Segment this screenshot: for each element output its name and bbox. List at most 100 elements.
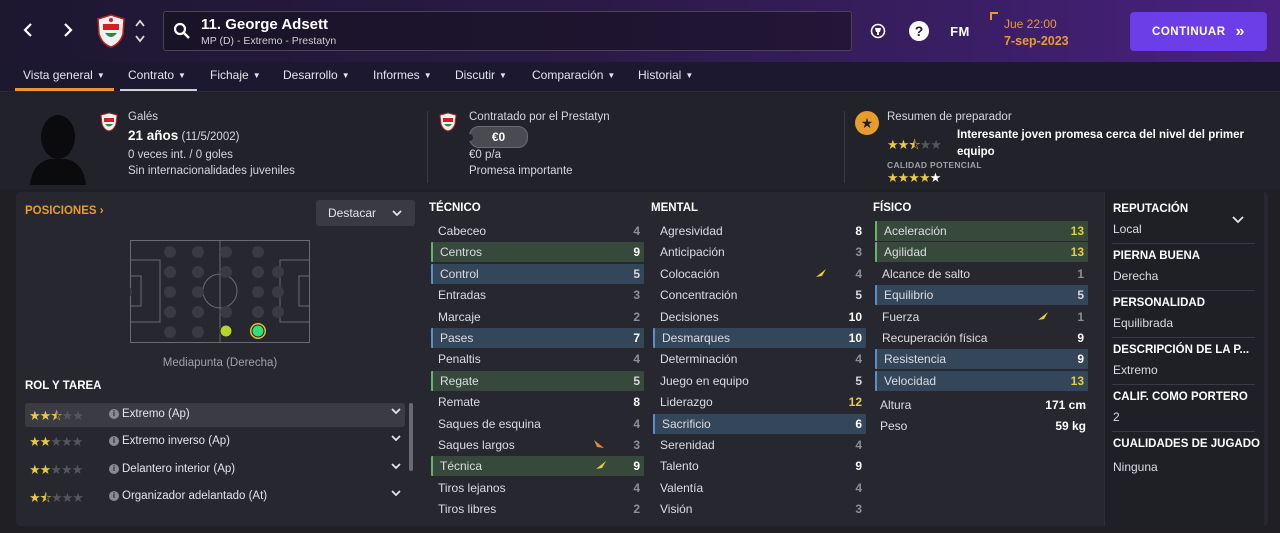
attribute-row[interactable]: Cabeceo 4 <box>431 221 644 241</box>
player-subtitle: MP (D) - Extremo - Prestatyn <box>201 35 337 47</box>
attribute-row[interactable]: Alcance de salto 1 <box>875 264 1088 284</box>
attribute-name: Liderazgo <box>660 395 713 410</box>
player-traits-value: Ninguna <box>1113 460 1158 474</box>
attribute-row[interactable]: Decisiones 10 <box>653 307 866 327</box>
attribute-row[interactable]: Visión 3 <box>653 499 866 519</box>
attribute-row[interactable]: Aceleración 13 <box>875 221 1088 241</box>
attribute-row[interactable]: Serenidad 4 <box>653 435 866 455</box>
player-avatar[interactable] <box>26 111 90 185</box>
info-icon[interactable]: i <box>109 436 119 446</box>
attribute-name: Remate <box>438 395 481 410</box>
position-pitch[interactable] <box>130 240 310 343</box>
attribute-row[interactable]: Marcaje 2 <box>431 307 644 327</box>
attribute-row[interactable]: Recuperación física 9 <box>875 328 1088 348</box>
help-icon[interactable]: ? <box>909 21 929 41</box>
attribute-row[interactable]: Resistencia 9 <box>875 349 1088 370</box>
chevron-down-icon: ▼ <box>499 71 507 80</box>
role-row[interactable]: ★★★★★ i Delantero interior (Ap) <box>25 458 405 482</box>
positions-heading[interactable]: POSICIONES › <box>25 205 104 217</box>
attribute-name: Equilibrio <box>884 288 934 303</box>
game-date: Jue 22:00 7-sep-2023 <box>990 12 1100 52</box>
tab-historial[interactable]: Historial ▼ <box>638 68 693 82</box>
attribute-row[interactable]: Tiros libres 2 <box>431 499 644 519</box>
attribute-name: Recuperación física <box>882 331 988 345</box>
highlight-dropdown[interactable]: Destacar <box>316 200 415 226</box>
attribute-row[interactable]: Sacrificio 6 <box>653 413 866 434</box>
attribute-row[interactable]: Tiros lejanos 4 <box>431 478 644 498</box>
attribute-row[interactable]: Anticipación 3 <box>653 242 866 262</box>
attribute-row[interactable]: Determinación 4 <box>653 349 866 369</box>
info-icon[interactable]: i <box>109 491 119 501</box>
attribute-row[interactable]: Velocidad 13 <box>875 370 1088 391</box>
attribute-name: Decisiones <box>660 309 719 324</box>
tab-comparacion[interactable]: Comparación ▼ <box>532 68 615 82</box>
attribute-name: Juego en equipo <box>660 373 749 388</box>
attribute-row[interactable]: Regate 5 <box>431 370 644 391</box>
preferred-foot-label: PIERNA BUENA <box>1113 250 1201 262</box>
club-crest-icon[interactable] <box>96 14 126 48</box>
attribute-row[interactable]: Valentía 4 <box>653 478 866 498</box>
subtab-indicator <box>120 89 197 91</box>
attribute-row[interactable]: Agresividad 8 <box>653 221 866 241</box>
attribute-row[interactable]: Fuerza 1 <box>875 307 1088 327</box>
tab-fichaje[interactable]: Fichaje ▼ <box>210 68 261 82</box>
wage-pill[interactable]: €0 <box>466 126 528 148</box>
attribute-row[interactable]: Penaltis 4 <box>431 349 644 369</box>
tab-informes[interactable]: Informes ▼ <box>373 68 432 82</box>
goalkeeper-rating-value: 2 <box>1113 410 1120 424</box>
info-icon[interactable]: i <box>109 409 119 419</box>
personality-label: PERSONALIDAD <box>1113 297 1206 309</box>
info-icon[interactable]: i <box>109 464 119 474</box>
tab-desarrollo[interactable]: Desarrollo ▼ <box>283 68 350 82</box>
attribute-name: Desmarques <box>662 331 731 345</box>
trophy-icon[interactable] <box>867 20 889 42</box>
personality-value: Equilibrada <box>1113 316 1174 330</box>
attribute-row[interactable]: Talento 9 <box>653 456 866 476</box>
continue-button[interactable]: CONTINUAR » <box>1130 12 1267 51</box>
attribute-value: 4 <box>633 352 640 367</box>
attribute-row[interactable]: Agilidad 13 <box>875 242 1088 263</box>
role-row[interactable]: ★★★★★ i Extremo inverso (Ap) <box>25 430 405 454</box>
attribute-row[interactable]: Control 5 <box>431 263 644 284</box>
attribute-row[interactable]: Juego en equipo 5 <box>653 371 866 391</box>
attribute-value: 4 <box>633 224 640 238</box>
tab-vista-general[interactable]: Vista general ▼ <box>23 68 105 82</box>
attribute-row[interactable]: Concentración 5 <box>653 285 866 305</box>
attribute-row[interactable]: Colocación 4 <box>653 264 866 284</box>
attribute-row[interactable]: Centros 9 <box>431 242 644 263</box>
attribute-name: Anticipación <box>660 245 725 260</box>
attribute-row[interactable]: Liderazgo 12 <box>653 392 866 412</box>
chevron-down-icon[interactable] <box>1232 213 1244 227</box>
attribute-row[interactable]: Equilibrio 5 <box>875 285 1088 306</box>
youth-caps: Sin internacionalidades juveniles <box>128 165 295 177</box>
chevron-down-icon[interactable] <box>391 407 401 418</box>
attribute-row[interactable]: Saques largos 3 <box>431 435 644 455</box>
fm-logo-icon[interactable]: FM <box>946 20 974 42</box>
role-row[interactable]: ★★⯪★★ i Extremo (Ap) <box>25 403 405 427</box>
attribute-row[interactable]: Saques de esquina 4 <box>431 414 644 434</box>
attribute-row[interactable]: Pases 7 <box>431 328 644 348</box>
player-search-bar[interactable]: 11. George Adsett MP (D) - Extremo - Pre… <box>163 11 852 51</box>
tab-contrato[interactable]: Contrato ▼ <box>128 68 186 82</box>
attribute-row[interactable]: Remate 8 <box>431 392 644 412</box>
attribute-value: 10 <box>848 331 862 345</box>
attribute-row[interactable]: Entradas 3 <box>431 285 644 305</box>
weight-label: Peso <box>880 419 908 433</box>
roles-scrollbar[interactable] <box>409 403 413 471</box>
attribute-value: 4 <box>855 438 862 452</box>
attribute-row[interactable]: Desmarques 10 <box>653 328 866 348</box>
search-icon[interactable] <box>173 22 191 40</box>
attribute-name: Sacrificio <box>662 416 711 431</box>
attribute-value: 3 <box>855 245 862 260</box>
role-row[interactable]: ★⯪★★★ i Organizador adelantado (At) <box>25 485 405 509</box>
chevron-down-icon[interactable] <box>391 462 401 473</box>
attribute-row[interactable]: Técnica 9 <box>431 456 644 477</box>
forward-arrow-icon[interactable] <box>56 18 80 42</box>
tab-discutir[interactable]: Discutir ▼ <box>455 68 507 82</box>
chevron-down-icon[interactable] <box>391 489 401 500</box>
role-stars: ★★⯪★★ <box>29 408 84 423</box>
player-switch-arrows[interactable] <box>134 18 146 44</box>
attribute-name: Técnica <box>440 459 483 474</box>
back-arrow-icon[interactable] <box>16 18 40 42</box>
chevron-down-icon[interactable] <box>391 434 401 445</box>
